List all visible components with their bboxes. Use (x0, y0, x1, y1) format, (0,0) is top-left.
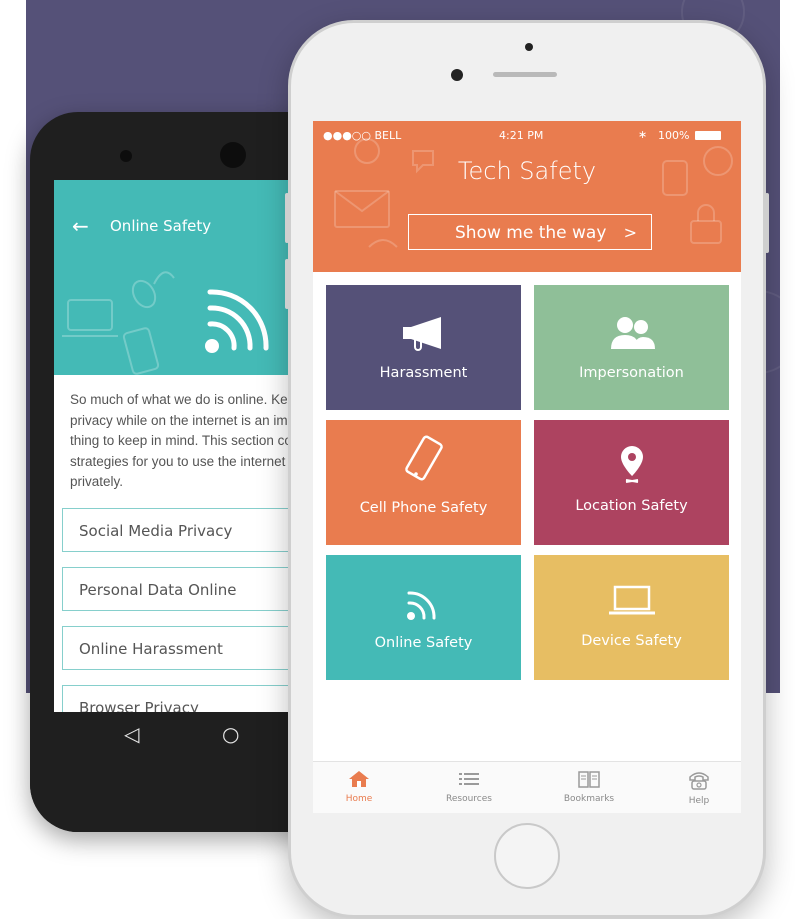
bottom-tab-bar: Home Resources Bookmarks Help (313, 761, 741, 813)
home-circle-icon[interactable]: ○ (222, 722, 239, 746)
list-icon (459, 773, 479, 785)
tile-label: Impersonation (579, 365, 684, 381)
tile-label: Harassment (379, 365, 468, 381)
volume-down-button (285, 259, 289, 309)
tech-safety-header: ●●●○○ BELL 4:21 PM ∗ 100% Tech Safety Sh… (313, 121, 741, 272)
tile-label: Cell Phone Safety (359, 500, 488, 516)
iphone: ●●●○○ BELL 4:21 PM ∗ 100% Tech Safety Sh… (285, 20, 769, 918)
clock: 4:21 PM (499, 129, 544, 142)
wifi-icon (406, 591, 436, 620)
telephone-icon (689, 772, 709, 790)
app-title: Tech Safety (457, 157, 597, 185)
battery-icon (695, 131, 721, 140)
battery-percent: 100% (658, 129, 690, 142)
iphone-front-lens (451, 69, 463, 81)
tile-cell-phone-safety[interactable]: Cell Phone Safety (326, 420, 521, 545)
tab-resources[interactable]: Resources (429, 770, 509, 804)
tile-device-safety[interactable]: Device Safety (534, 555, 729, 680)
tile-impersonation[interactable]: Impersonation (534, 285, 729, 410)
android-front-camera (120, 150, 132, 162)
people-icon (610, 317, 655, 349)
carrier-label: ●●●○○ BELL (323, 129, 402, 142)
show-me-the-way-button[interactable]: Show me the way > (408, 214, 652, 250)
tile-online-safety[interactable]: Online Safety (326, 555, 521, 680)
tile-label: Location Safety (575, 498, 688, 514)
tab-help[interactable]: Help (659, 770, 739, 806)
iphone-home-button[interactable] (494, 823, 560, 889)
iphone-camera (525, 43, 533, 51)
house-icon (349, 771, 369, 787)
chevron-right-icon: > (623, 223, 637, 242)
tab-label: Resources (446, 794, 492, 804)
tab-label: Home (345, 794, 373, 804)
back-arrow-icon[interactable]: ← (72, 214, 89, 238)
wifi-icon (205, 289, 269, 353)
android-page-title: Online Safety (110, 217, 212, 235)
megaphone-icon (402, 317, 441, 351)
tab-label: Bookmarks (563, 794, 615, 804)
volume-up-button (285, 193, 289, 243)
show-me-the-way-label: Show me the way (455, 223, 607, 243)
iphone-screen: ●●●○○ BELL 4:21 PM ∗ 100% Tech Safety Sh… (313, 121, 741, 813)
android-speaker (220, 142, 246, 168)
location-pin-icon (620, 446, 643, 483)
back-triangle-icon[interactable]: ◁ (124, 722, 139, 746)
bluetooth-icon: ∗ (638, 128, 648, 141)
laptop-icon (608, 585, 655, 615)
tile-label: Device Safety (581, 633, 682, 649)
iphone-earpiece (493, 72, 557, 77)
phone-icon (404, 435, 443, 481)
tab-home[interactable]: Home (319, 770, 399, 804)
tile-harassment[interactable]: Harassment (326, 285, 521, 410)
power-button (765, 193, 769, 253)
tab-label: Help (688, 796, 710, 806)
status-bar: ●●●○○ BELL 4:21 PM ∗ 100% (313, 125, 741, 145)
tile-location-safety[interactable]: Location Safety (534, 420, 729, 545)
book-icon (578, 771, 600, 788)
tab-bookmarks[interactable]: Bookmarks (549, 770, 629, 804)
tile-label: Online Safety (374, 635, 473, 651)
